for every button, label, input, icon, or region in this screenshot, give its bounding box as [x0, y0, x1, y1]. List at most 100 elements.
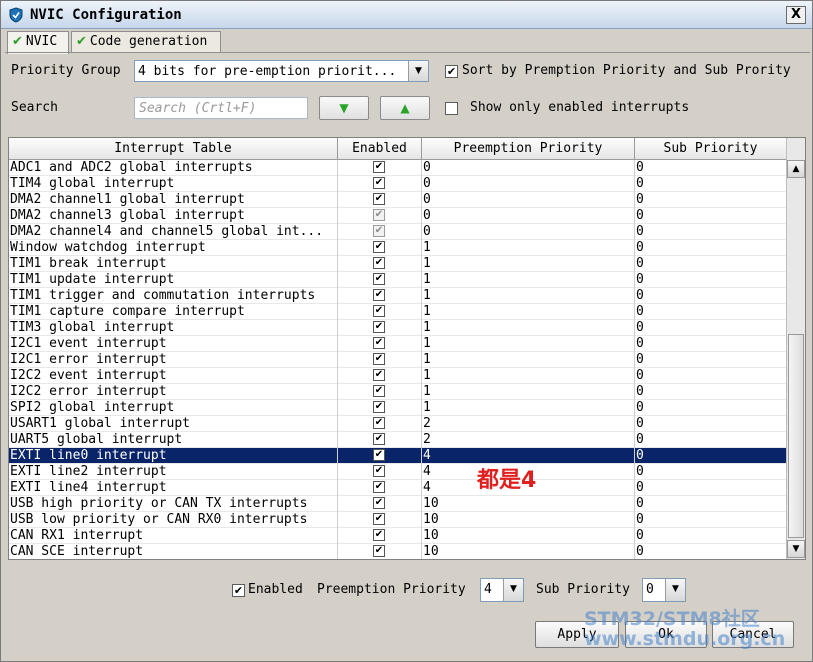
preemption-priority-cell[interactable]: 1 — [422, 384, 635, 400]
table-row[interactable]: EXTI line2 interrupt ✔ 4 0 — [9, 464, 787, 480]
preemption-priority-cell[interactable]: 1 — [422, 240, 635, 256]
preemption-priority-cell[interactable]: 10 — [422, 544, 635, 559]
scrollbar-thumb[interactable] — [788, 334, 804, 538]
enabled-checkbox[interactable]: ✔ — [373, 545, 385, 557]
enabled-checkbox[interactable]: ✔ — [373, 337, 385, 349]
table-row[interactable]: EXTI line4 interrupt ✔ 4 0 — [9, 480, 787, 496]
preemption-priority-select[interactable]: 4 ▼ — [480, 578, 524, 602]
enabled-checkbox[interactable]: ✔ — [373, 353, 385, 365]
tab-nvic[interactable]: ✔ NVIC — [7, 31, 69, 54]
table-row[interactable]: TIM1 break interrupt ✔ 1 0 — [9, 256, 787, 272]
preemption-priority-cell[interactable]: 2 — [422, 432, 635, 448]
search-input[interactable]: Search (Crtl+F) — [134, 97, 308, 119]
table-row[interactable]: ADC1 and ADC2 global interrupts ✔ 0 0 — [9, 160, 787, 176]
enabled-checkbox[interactable]: ✔ — [373, 433, 385, 445]
column-header-interrupt-table[interactable]: Interrupt Table — [9, 138, 338, 160]
search-up-button[interactable]: ▲ — [380, 96, 430, 120]
enabled-checkbox[interactable]: ✔ — [373, 257, 385, 269]
column-header-preemption-priority[interactable]: Preemption Priority — [422, 138, 635, 160]
sort-checkbox[interactable]: ✔ — [445, 65, 458, 78]
enabled-checkbox[interactable]: ✔ — [373, 161, 385, 173]
sub-priority-cell[interactable]: 0 — [635, 544, 787, 559]
enabled-checkbox[interactable]: ✔ — [373, 401, 385, 413]
table-row[interactable]: TIM1 trigger and commutation interrupts ✔… — [9, 288, 787, 304]
preemption-priority-cell[interactable]: 1 — [422, 256, 635, 272]
table-row[interactable]: TIM1 update interrupt ✔ 1 0 — [9, 272, 787, 288]
sub-priority-cell[interactable]: 0 — [635, 224, 787, 240]
sub-priority-cell[interactable]: 0 — [635, 368, 787, 384]
sub-priority-cell[interactable]: 0 — [635, 320, 787, 336]
sub-priority-cell[interactable]: 0 — [635, 512, 787, 528]
enabled-checkbox[interactable]: ✔ — [373, 273, 385, 285]
vertical-scrollbar[interactable]: ▲ ▼ — [786, 138, 805, 559]
enabled-checkbox[interactable]: ✔ — [373, 481, 385, 493]
sub-priority-cell[interactable]: 0 — [635, 480, 787, 496]
enabled-checkbox[interactable]: ✔ — [373, 513, 385, 525]
table-row[interactable]: CAN SCE interrupt ✔ 10 0 — [9, 544, 787, 559]
preemption-priority-cell[interactable]: 1 — [422, 272, 635, 288]
search-down-button[interactable]: ▼ — [319, 96, 369, 120]
preemption-priority-cell[interactable]: 0 — [422, 176, 635, 192]
enabled-checkbox[interactable]: ✔ — [373, 305, 385, 317]
table-row[interactable]: USART1 global interrupt ✔ 2 0 — [9, 416, 787, 432]
enabled-checkbox[interactable]: ✔ — [373, 241, 385, 253]
table-row[interactable]: UART5 global interrupt ✔ 2 0 — [9, 432, 787, 448]
enabled-checkbox[interactable]: ✔ — [373, 369, 385, 381]
preemption-priority-cell[interactable]: 1 — [422, 336, 635, 352]
scroll-up-button[interactable]: ▲ — [787, 160, 805, 178]
chevron-down-icon[interactable]: ▼ — [503, 579, 523, 601]
sub-priority-cell[interactable]: 0 — [635, 464, 787, 480]
table-row[interactable]: CAN RX1 interrupt ✔ 10 0 — [9, 528, 787, 544]
priority-group-select[interactable]: 4 bits for pre-emption priorit... ▼ — [134, 60, 429, 82]
preemption-priority-cell[interactable]: 1 — [422, 352, 635, 368]
table-row[interactable]: USB high priority or CAN TX interrupts ✔ 1… — [9, 496, 787, 512]
sub-priority-cell[interactable]: 0 — [635, 352, 787, 368]
table-row[interactable]: EXTI line0 interrupt ✔ 4 0 — [9, 448, 787, 464]
sub-priority-cell[interactable]: 0 — [635, 256, 787, 272]
bottom-enabled-checkbox[interactable]: ✔ — [232, 584, 245, 597]
preemption-priority-cell[interactable]: 1 — [422, 400, 635, 416]
close-button[interactable]: X — [786, 6, 806, 24]
sub-priority-cell[interactable]: 0 — [635, 496, 787, 512]
tab-code-generation[interactable]: ✔ Code generation — [71, 31, 221, 53]
chevron-down-icon[interactable]: ▼ — [665, 579, 685, 601]
show-only-enabled-checkbox[interactable] — [445, 102, 458, 115]
preemption-priority-cell[interactable]: 10 — [422, 528, 635, 544]
sub-priority-cell[interactable]: 0 — [635, 288, 787, 304]
enabled-checkbox[interactable]: ✔ — [373, 385, 385, 397]
chevron-down-icon[interactable]: ▼ — [408, 61, 428, 81]
preemption-priority-cell[interactable]: 1 — [422, 304, 635, 320]
enabled-checkbox[interactable]: ✔ — [373, 193, 385, 205]
table-row[interactable]: I2C1 event interrupt ✔ 1 0 — [9, 336, 787, 352]
preemption-priority-cell[interactable]: 1 — [422, 368, 635, 384]
sub-priority-cell[interactable]: 0 — [635, 448, 787, 464]
sub-priority-cell[interactable]: 0 — [635, 416, 787, 432]
preemption-priority-cell[interactable]: 1 — [422, 320, 635, 336]
enabled-checkbox[interactable]: ✔ — [373, 321, 385, 333]
sub-priority-cell[interactable]: 0 — [635, 160, 787, 176]
sub-priority-cell[interactable]: 0 — [635, 192, 787, 208]
sub-priority-cell[interactable]: 0 — [635, 384, 787, 400]
table-row[interactable]: SPI2 global interrupt ✔ 1 0 — [9, 400, 787, 416]
sub-priority-select[interactable]: 0 ▼ — [642, 578, 686, 602]
enabled-checkbox[interactable]: ✔ — [373, 417, 385, 429]
preemption-priority-cell[interactable]: 2 — [422, 416, 635, 432]
sub-priority-cell[interactable]: 0 — [635, 336, 787, 352]
table-row[interactable]: I2C2 error interrupt ✔ 1 0 — [9, 384, 787, 400]
sub-priority-cell[interactable]: 0 — [635, 528, 787, 544]
column-header-enabled[interactable]: Enabled — [338, 138, 422, 160]
enabled-checkbox[interactable]: ✔ — [373, 289, 385, 301]
sub-priority-cell[interactable]: 0 — [635, 432, 787, 448]
enabled-checkbox[interactable]: ✔ — [373, 449, 385, 461]
preemption-priority-cell[interactable]: 1 — [422, 288, 635, 304]
preemption-priority-cell[interactable]: 0 — [422, 160, 635, 176]
table-row[interactable]: DMA2 channel4 and channel5 global int...… — [9, 224, 787, 240]
enabled-checkbox[interactable]: ✔ — [373, 497, 385, 509]
preemption-priority-cell[interactable]: 0 — [422, 192, 635, 208]
table-row[interactable]: I2C2 event interrupt ✔ 1 0 — [9, 368, 787, 384]
preemption-priority-cell[interactable]: 0 — [422, 208, 635, 224]
enabled-checkbox[interactable]: ✔ — [373, 465, 385, 477]
table-row[interactable]: USB low priority or CAN RX0 interrupts ✔ 1… — [9, 512, 787, 528]
column-header-sub-priority[interactable]: Sub Priority — [635, 138, 787, 160]
enabled-checkbox[interactable]: ✔ — [373, 529, 385, 541]
